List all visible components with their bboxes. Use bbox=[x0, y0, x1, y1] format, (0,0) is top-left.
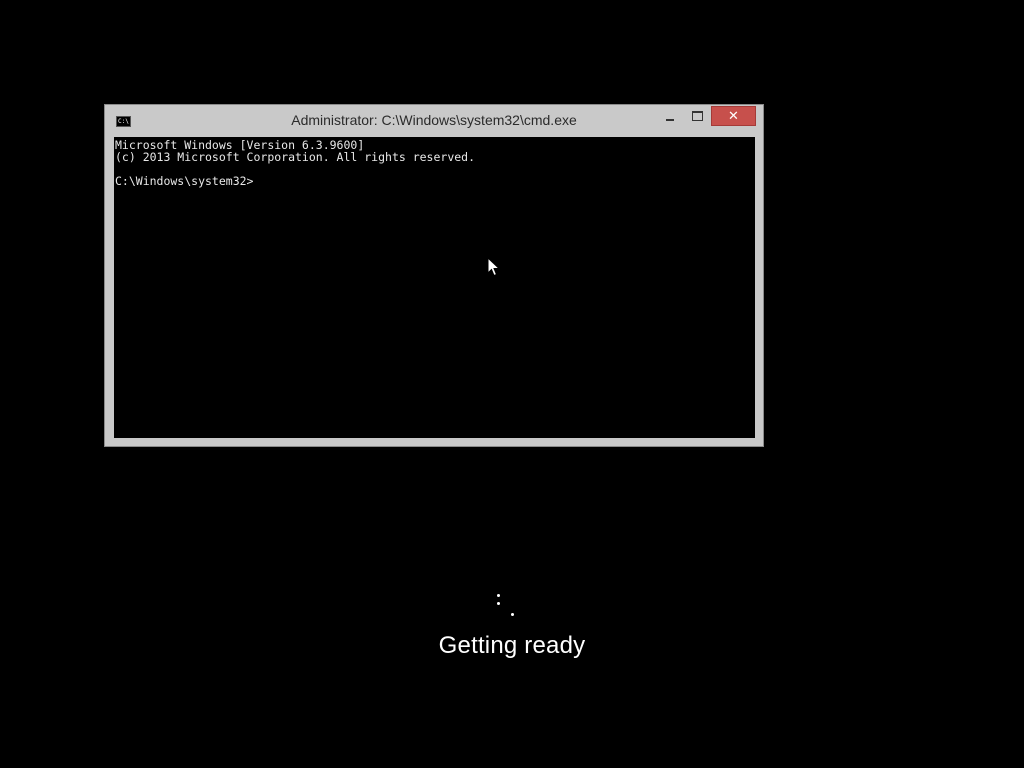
spinner-dot bbox=[511, 613, 514, 616]
minimize-button[interactable] bbox=[657, 106, 683, 126]
setup-status-text: Getting ready bbox=[438, 632, 586, 659]
minimize-icon bbox=[666, 119, 674, 121]
spinner-dot bbox=[497, 594, 500, 597]
console-output[interactable]: Microsoft Windows [Version 6.3.9600] (c)… bbox=[114, 137, 755, 438]
cmd-window[interactable]: C:\ Administrator: C:\Windows\system32\c… bbox=[104, 104, 764, 447]
maximize-icon bbox=[691, 111, 703, 121]
mouse-pointer-icon bbox=[487, 257, 501, 277]
loading-spinner-icon bbox=[488, 588, 520, 620]
command-prompt[interactable]: C:\Windows\system32> bbox=[115, 175, 755, 187]
window-titlebar[interactable]: C:\ Administrator: C:\Windows\system32\c… bbox=[105, 105, 763, 137]
close-button[interactable]: ✕ bbox=[711, 106, 756, 126]
spinner-dot bbox=[497, 602, 500, 605]
close-icon: ✕ bbox=[728, 108, 739, 124]
console-line-copyright: (c) 2013 Microsoft Corporation. All righ… bbox=[115, 150, 476, 164]
maximize-button[interactable] bbox=[684, 106, 710, 126]
